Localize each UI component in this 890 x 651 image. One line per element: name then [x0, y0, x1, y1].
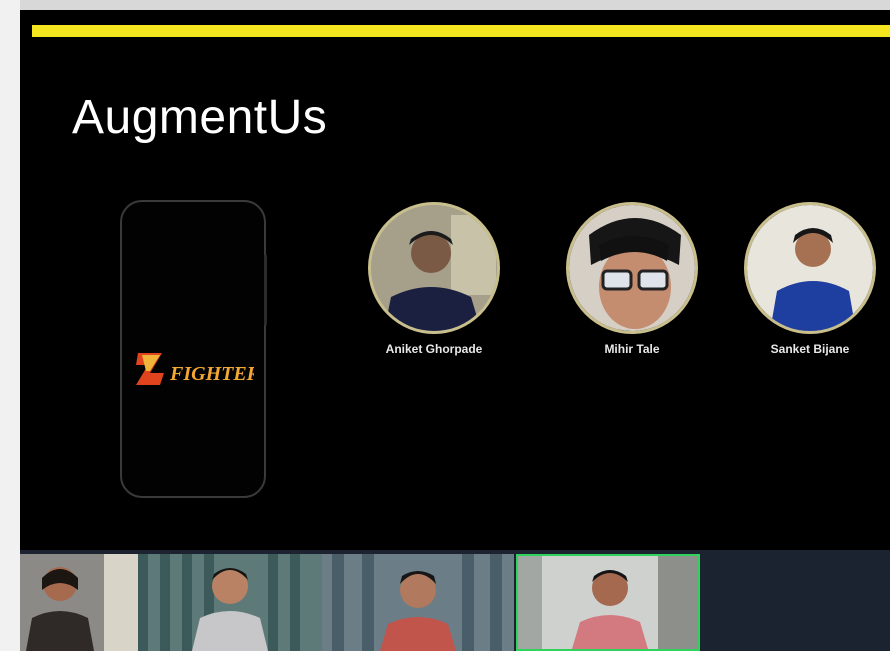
window-top-bar	[0, 0, 890, 10]
team-member: Aniket Ghorpade	[364, 202, 504, 356]
person-photo-icon	[747, 205, 873, 331]
participant-tile[interactable]	[138, 554, 322, 651]
slide-accent-bar	[32, 25, 890, 37]
person-photo-icon	[569, 205, 695, 331]
fighter-logo-icon: FIGHTER	[136, 353, 254, 385]
logo-text: FIGHTER	[169, 363, 254, 385]
participant-tile[interactable]	[20, 554, 138, 651]
participant-video-icon	[322, 554, 514, 651]
phone-mockup: FIGHTER	[120, 200, 266, 498]
avatar	[566, 202, 698, 334]
member-name: Aniket Ghorpade	[385, 342, 483, 356]
member-name: Mihir Tale	[604, 342, 660, 356]
team-member: Mihir Tale	[562, 202, 702, 356]
participant-video-icon	[138, 554, 322, 651]
app-logo: FIGHTER	[134, 347, 254, 391]
slide-title: AugmentUs	[72, 91, 328, 144]
member-name: Sanket Bijane	[770, 342, 850, 356]
participant-tile-active[interactable]	[516, 554, 700, 651]
person-photo-icon	[371, 205, 497, 331]
team-member: Sanket Bijane	[740, 202, 880, 356]
window-left-edge	[0, 0, 20, 651]
shared-slide: AugmentUs FIGHTER Aniket Ghorpade Mihir …	[20, 10, 890, 550]
avatar	[368, 202, 500, 334]
avatar	[744, 202, 876, 334]
participant-tile[interactable]	[322, 554, 514, 651]
gallery-empty-area	[700, 550, 890, 651]
participant-video-icon	[518, 556, 698, 649]
participant-video-icon	[20, 554, 138, 651]
participant-gallery	[20, 550, 890, 651]
phone-side-button	[264, 255, 267, 325]
